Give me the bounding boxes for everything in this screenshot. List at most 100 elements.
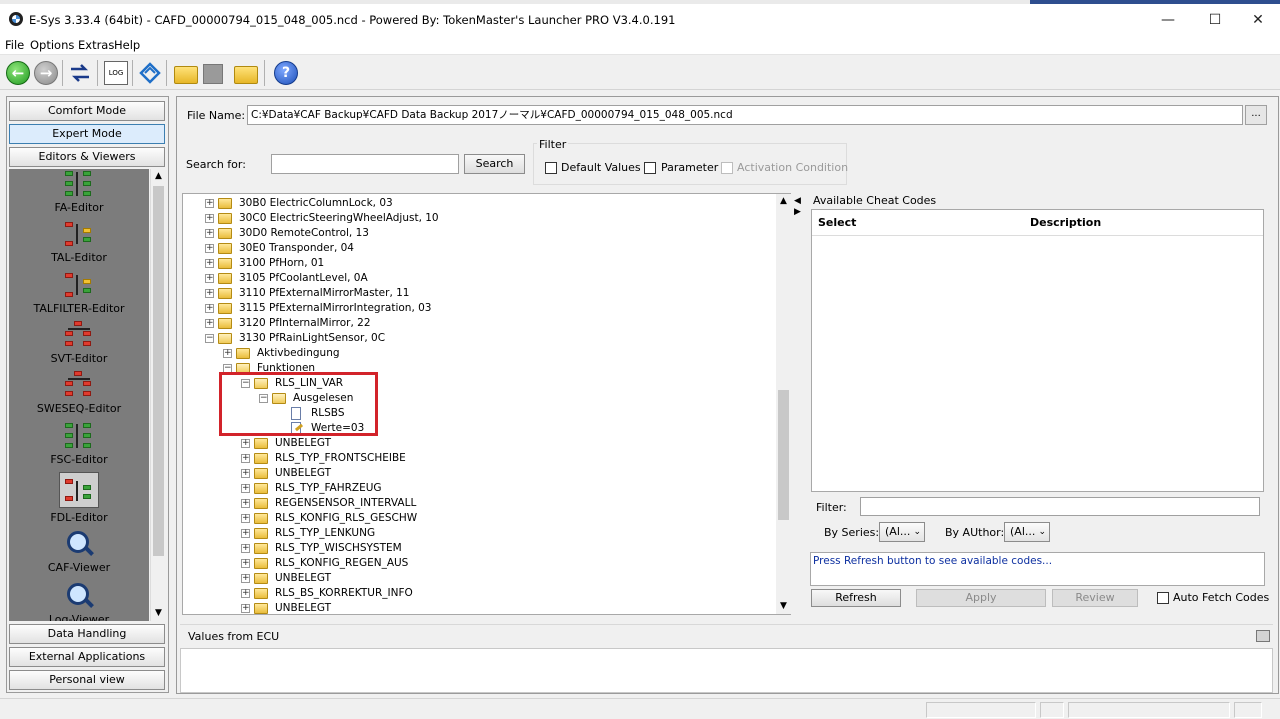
svt-editor-item[interactable]: SVT-Editor [9, 320, 149, 370]
tree-node[interactable]: + UNBELEGT [183, 601, 773, 614]
expand-icon[interactable]: + [205, 259, 214, 268]
fa-editor-item[interactable]: FA-Editor [9, 169, 149, 219]
collapse-left-icon[interactable]: ◀ [794, 196, 802, 206]
expand-icon[interactable]: + [241, 454, 250, 463]
data-handling-button[interactable]: Data Handling [9, 624, 165, 644]
tree-node[interactable]: + RLS_TYP_FRONTSCHEIBE [183, 451, 773, 466]
editors-viewers-button[interactable]: Editors & Viewers [9, 147, 165, 167]
tree-node[interactable]: +30D0 RemoteControl, 13 [183, 226, 773, 241]
expand-icon[interactable]: + [205, 244, 214, 253]
connect-icon[interactable] [68, 61, 92, 85]
expand-icon[interactable]: + [205, 304, 214, 313]
tree-node[interactable]: +3105 PfCoolantLevel, 0A [183, 271, 773, 286]
menu-help[interactable]: Help [114, 38, 140, 52]
tree-node[interactable]: +3100 PfHorn, 01 [183, 256, 773, 271]
maximize-button[interactable]: ☐ [1195, 8, 1235, 32]
expand-icon[interactable]: + [241, 469, 250, 478]
tree-node[interactable]: + RLS_BS_KORREKTUR_INFO [183, 586, 773, 601]
expand-icon[interactable]: + [241, 589, 250, 598]
tree-node[interactable]: +3115 PfExternalMirrorIntegration, 03 [183, 301, 773, 316]
scroll-up-icon[interactable]: ▲ [776, 194, 791, 209]
personal-view-button[interactable]: Personal view [9, 670, 165, 690]
collapse-right-icon[interactable]: ▶ [794, 207, 802, 217]
scroll-thumb[interactable] [778, 390, 789, 520]
expand-icon[interactable]: + [205, 274, 214, 283]
tree-scrollbar[interactable]: ▲ ▼ [776, 194, 791, 614]
tree-node[interactable]: +30E0 Transponder, 04 [183, 241, 773, 256]
auto-fetch-checkbox[interactable] [1157, 592, 1169, 604]
tree-node[interactable]: + REGENSENSOR_INTERVALL [183, 496, 773, 511]
expand-icon[interactable]: + [241, 484, 250, 493]
log-viewer-item[interactable]: Log-Viewer [9, 581, 149, 621]
back-icon[interactable]: ← [6, 61, 30, 85]
search-input[interactable] [271, 154, 459, 174]
save-icon[interactable] [203, 64, 223, 84]
select-column-header[interactable]: Select [818, 216, 856, 229]
collapse-icon[interactable]: − [205, 334, 214, 343]
external-applications-button[interactable]: External Applications [9, 647, 165, 667]
log-icon[interactable]: LOG [104, 61, 128, 85]
tree-node[interactable]: + UNBELEGT [183, 571, 773, 586]
caf-viewer-item[interactable]: CAF-Viewer [9, 529, 149, 579]
fsc-editor-item[interactable]: FSC-Editor [9, 421, 149, 471]
default-values-checkbox[interactable] [545, 162, 557, 174]
help-icon[interactable]: ? [274, 61, 298, 85]
editor-list-scrollbar[interactable]: ▲ ▼ [150, 169, 165, 621]
expand-icon[interactable]: + [205, 289, 214, 298]
expand-icon[interactable]: + [241, 604, 250, 613]
tree-node[interactable]: + UNBELEGT [183, 466, 773, 481]
close-button[interactable]: ✕ [1238, 8, 1278, 32]
scroll-down-icon[interactable]: ▼ [776, 599, 791, 614]
refresh-button[interactable]: Refresh [811, 589, 901, 607]
forward-icon[interactable]: → [34, 61, 58, 85]
tree-node[interactable]: + RLS_KONFIG_REGEN_AUS [183, 556, 773, 571]
expand-icon[interactable]: + [241, 514, 250, 523]
expand-icon[interactable]: + [241, 529, 250, 538]
expand-icon[interactable]: + [241, 439, 250, 448]
description-column-header[interactable]: Description [1030, 216, 1101, 229]
expert-mode-button[interactable]: Expert Mode [9, 124, 165, 144]
fdl-editor-item[interactable]: FDL-Editor [9, 472, 149, 528]
tree-node[interactable]: +3110 PfExternalMirrorMaster, 11 [183, 286, 773, 301]
tree-node[interactable]: +3120 PfInternalMirror, 22 [183, 316, 773, 331]
expand-icon[interactable]: + [223, 349, 232, 358]
talfilter-editor-item[interactable]: TALFILTER-Editor [9, 270, 149, 320]
menu-file[interactable]: File [5, 38, 24, 52]
comfort-mode-button[interactable]: Comfort Mode [9, 101, 165, 121]
expand-icon[interactable]: + [241, 559, 250, 568]
menu-extras[interactable]: Extras [78, 38, 114, 52]
scroll-down-icon[interactable]: ▼ [151, 606, 166, 621]
file-name-field[interactable]: C:¥Data¥CAF Backup¥CAFD Data Backup 2017… [247, 105, 1243, 125]
tree-node[interactable]: + RLS_TYP_WISCHSYSTEM [183, 541, 773, 556]
tree-node[interactable]: + RLS_TYP_FAHRZEUG [183, 481, 773, 496]
sweseq-editor-item[interactable]: SWESEQ-Editor [9, 370, 149, 420]
tal-editor-item[interactable]: TAL-Editor [9, 219, 149, 269]
tree-node[interactable]: + UNBELEGT [183, 436, 773, 451]
expand-icon[interactable]: + [241, 499, 250, 508]
panel-splitter[interactable]: ◀ ▶ [793, 193, 803, 615]
minimize-button[interactable]: — [1148, 8, 1188, 32]
cheat-filter-input[interactable] [860, 497, 1260, 516]
tree-node[interactable]: + RLS_KONFIG_RLS_GESCHW [183, 511, 773, 526]
tree-node[interactable]: − 3130 PfRainLightSensor, 0C [183, 331, 773, 346]
panel-toggle-icon[interactable] [1256, 630, 1270, 642]
browse-button[interactable]: ... [1245, 105, 1267, 125]
expand-icon[interactable]: + [205, 229, 214, 238]
open-folder-icon[interactable] [174, 66, 198, 84]
by-author-select[interactable]: (Al... ⌄ [1004, 522, 1050, 542]
tree-node[interactable]: + Aktivbedingung [183, 346, 773, 361]
parameter-checkbox[interactable] [644, 162, 656, 174]
open-folder-icon[interactable] [234, 66, 258, 84]
expand-icon[interactable]: + [205, 199, 214, 208]
expand-icon[interactable]: + [241, 544, 250, 553]
scroll-up-icon[interactable]: ▲ [151, 169, 166, 184]
expand-icon[interactable]: + [205, 214, 214, 223]
expand-icon[interactable]: + [241, 574, 250, 583]
expand-icon[interactable]: + [205, 319, 214, 328]
by-series-select[interactable]: (Al... ⌄ [879, 522, 925, 542]
tree-node[interactable]: +30C0 ElectricSteeringWheelAdjust, 10 [183, 211, 773, 226]
menu-options[interactable]: Options [30, 38, 74, 52]
search-button[interactable]: Search [464, 154, 525, 174]
tree-node[interactable]: +30B0 ElectricColumnLock, 03 [183, 196, 773, 211]
bmw-network-icon[interactable] [138, 61, 162, 85]
